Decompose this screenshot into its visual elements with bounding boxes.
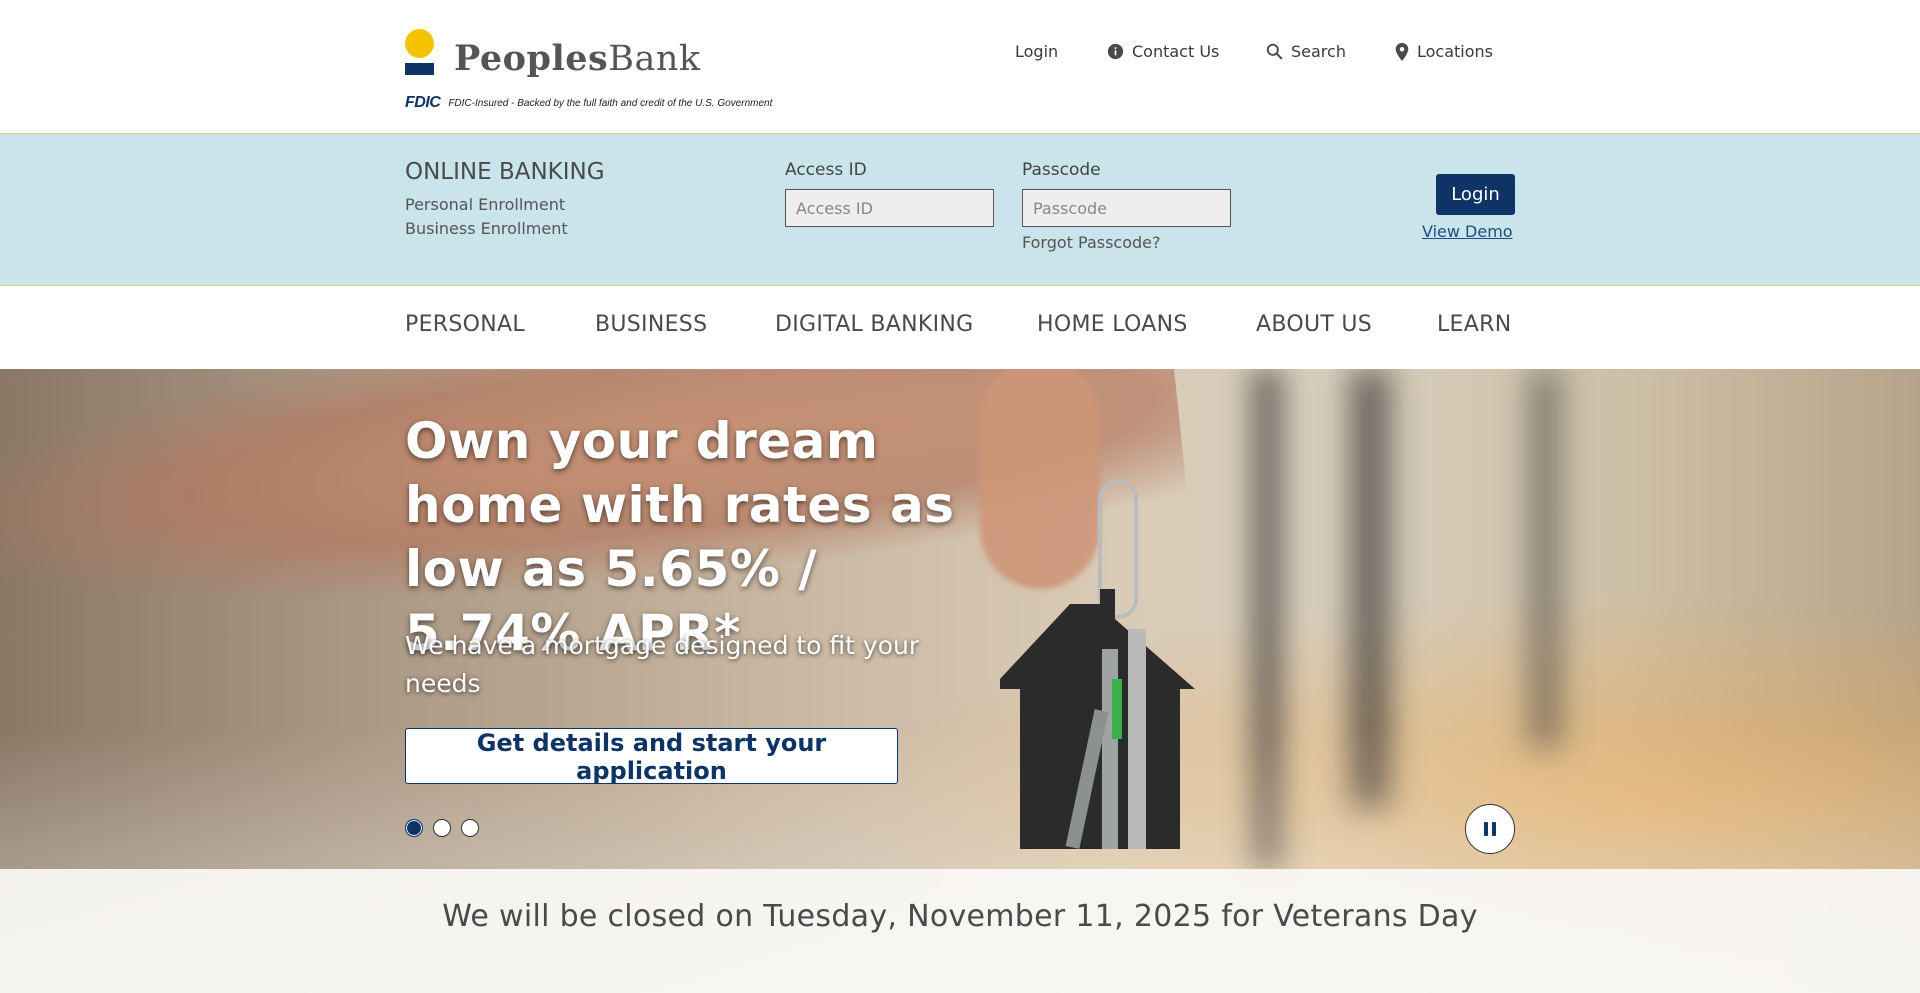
fdic-text: FDIC-Insured - Backed by the full faith …: [448, 97, 773, 109]
hero-subheading: We have a mortgage designed to fit your …: [405, 631, 920, 698]
online-banking-title: ONLINE BANKING: [405, 159, 605, 185]
passcode-input[interactable]: [1022, 189, 1231, 227]
fdic-notice: FDIC FDIC-Insured - Backed by the full f…: [405, 94, 772, 112]
view-demo-link[interactable]: View Demo: [1422, 222, 1513, 241]
holiday-alert-bar: We will be closed on Tuesday, November 1…: [0, 869, 1920, 993]
map-pin-icon: [1395, 42, 1409, 61]
house-keychain-image: [1000, 589, 1195, 849]
login-button[interactable]: Login: [1436, 174, 1515, 215]
online-banking-panel: ONLINE BANKING Personal Enrollment Busin…: [0, 134, 1920, 286]
utility-locations-label: Locations: [1417, 42, 1494, 61]
utility-contact-link[interactable]: Contact Us: [1107, 42, 1219, 61]
access-id-label: Access ID: [785, 160, 867, 180]
info-icon: [1107, 43, 1124, 60]
main-nav: PERSONAL BUSINESS DIGITAL BANKING HOME L…: [0, 286, 1920, 369]
bank-logo-wordmark[interactable]: PeoplesBank: [454, 38, 701, 79]
carousel-dot-1[interactable]: [405, 819, 423, 837]
logo-sun-shape: [405, 29, 434, 58]
utility-contact-label: Contact Us: [1132, 42, 1220, 61]
passcode-label: Passcode: [1022, 160, 1101, 180]
business-enrollment-link[interactable]: Business Enrollment: [405, 219, 568, 238]
nav-personal[interactable]: PERSONAL: [405, 312, 525, 337]
carousel-dot-2[interactable]: [433, 819, 451, 837]
nav-business[interactable]: BUSINESS: [595, 312, 707, 337]
carousel-dots: [405, 819, 479, 837]
bank-logo-icon[interactable]: [405, 29, 434, 75]
utility-locations-link[interactable]: Locations: [1395, 42, 1493, 61]
utility-search-link[interactable]: Search: [1266, 42, 1346, 61]
hero-background-shape: [1530, 369, 1560, 749]
hero-cta-button[interactable]: Get details and start your application: [405, 728, 898, 785]
pause-icon: [1484, 822, 1496, 836]
nav-learn[interactable]: LEARN: [1437, 312, 1511, 337]
nav-digital-banking[interactable]: DIGITAL BANKING: [775, 312, 974, 337]
site-header: PeoplesBank FDIC FDIC-Insured - Backed b…: [0, 0, 1920, 134]
carousel-pause-button[interactable]: [1465, 804, 1515, 854]
utility-login-link[interactable]: Login: [1015, 42, 1058, 61]
access-id-input[interactable]: [785, 189, 994, 227]
brand-name-light: Bank: [608, 39, 701, 79]
brand-name-bold: Peoples: [454, 38, 609, 79]
nav-home-loans[interactable]: HOME LOANS: [1037, 312, 1188, 337]
utility-search-label: Search: [1291, 42, 1346, 61]
fdic-logo: FDIC: [405, 94, 441, 111]
forgot-passcode-link[interactable]: Forgot Passcode?: [1022, 233, 1161, 252]
utility-login-label: Login: [1015, 42, 1059, 61]
personal-enrollment-link[interactable]: Personal Enrollment: [405, 195, 565, 214]
holiday-alert-text: We will be closed on Tuesday, November 1…: [442, 899, 1478, 934]
carousel-dot-3[interactable]: [461, 819, 479, 837]
search-icon: [1266, 43, 1283, 60]
logo-bar-shape: [405, 63, 434, 75]
nav-about-us[interactable]: ABOUT US: [1256, 312, 1372, 337]
